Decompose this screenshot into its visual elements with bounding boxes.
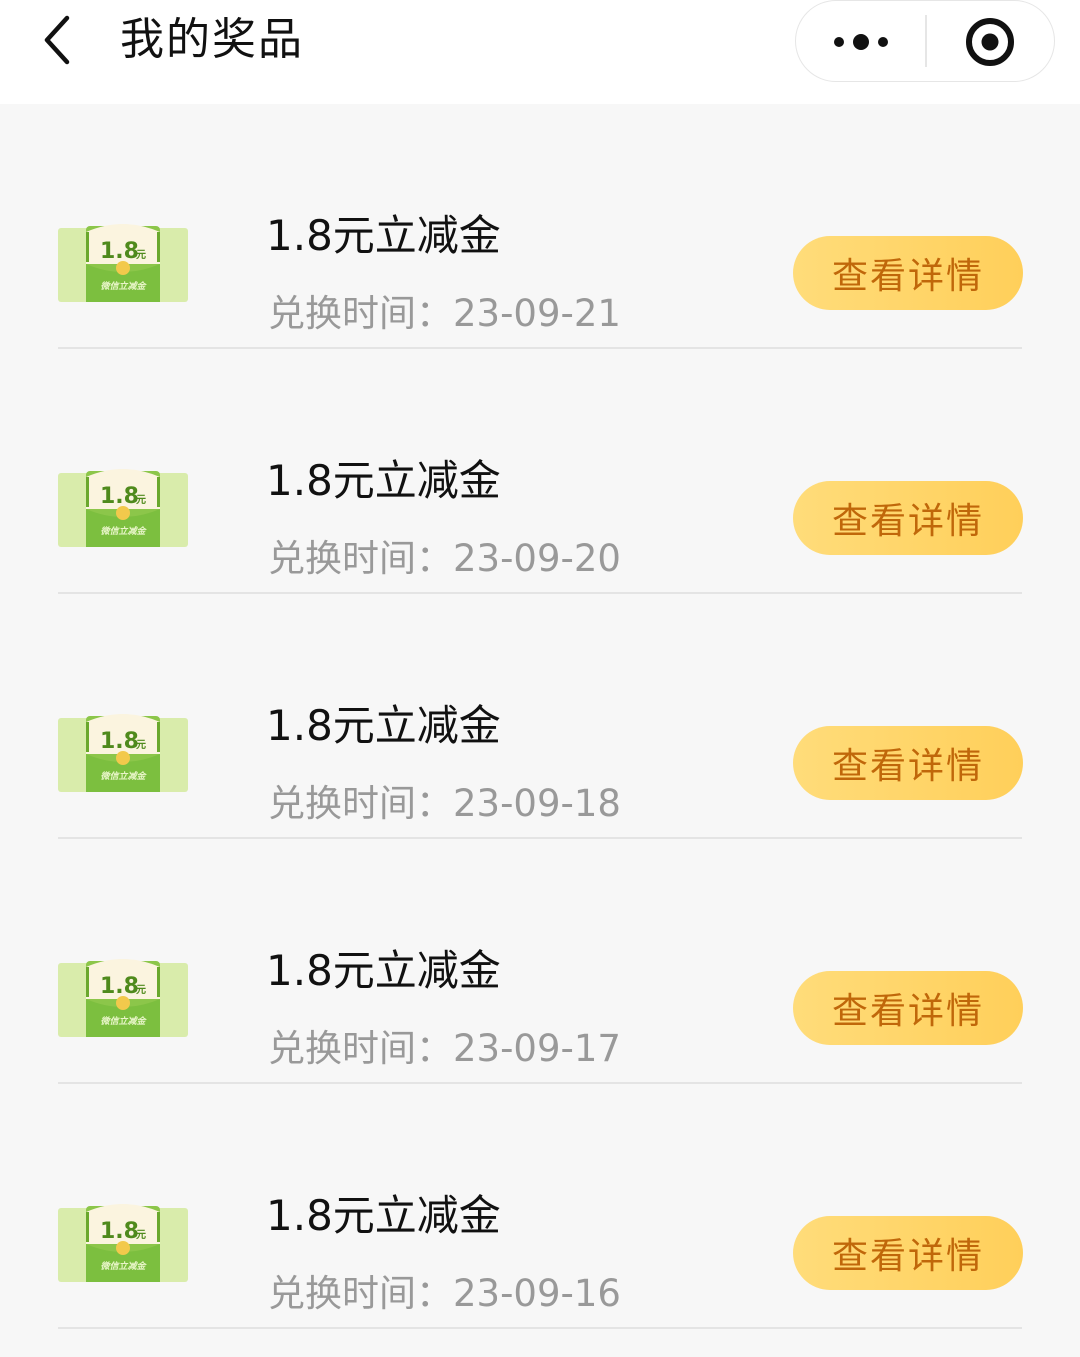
coupon-amount: 1.8 [100,974,139,999]
coupon-caption: 微信立减金 [100,281,147,292]
exchange-time: 兑换时间：23-09-17 [268,1023,621,1075]
coupon-thumbnail: 1.8 元 微信立减金 [58,467,188,547]
view-details-button[interactable]: 查看详情 [793,1216,1023,1290]
coupon-amount: 1.8 [100,1219,139,1244]
coupon-thumbnail: 1.8 元 微信立减金 [58,222,188,302]
exchange-time: 兑换时间：23-09-16 [268,1268,621,1320]
exchange-time: 兑换时间：23-09-20 [268,533,621,585]
coupon-unit: 元 [136,984,146,996]
exchange-date: 23-09-18 [453,782,621,825]
chevron-left-icon [44,15,70,65]
close-miniprogram-button[interactable] [926,1,1054,83]
prize-row: 1.8 元 微信立减金 1.8元立减金 兑换时间：23-09-20 查看详情 [0,349,1080,594]
coupon-caption: 微信立减金 [100,1261,147,1272]
exchange-time: 兑换时间：23-09-18 [268,778,621,830]
prize-row: 1.8 元 微信立减金 1.8元立减金 兑换时间：23-09-17 查看详情 [0,839,1080,1084]
more-button[interactable] [796,1,926,83]
exchange-date: 23-09-17 [453,1027,621,1070]
exchange-time: 兑换时间：23-09-21 [268,288,621,340]
coupon-envelope-icon: 1.8 元 微信立减金 [58,959,188,1037]
coupon-unit: 元 [136,249,146,261]
coupon-caption: 微信立减金 [100,1016,147,1027]
prize-name: 1.8元立减金 [266,211,501,260]
exchange-date: 23-09-20 [453,537,621,580]
coupon-amount: 1.8 [100,239,139,264]
exchange-time-label: 兑换时间： [268,1272,453,1315]
more-dots-icon [834,34,888,50]
miniprogram-capsule [795,0,1055,82]
prize-name: 1.8元立减金 [266,456,501,505]
coupon-amount: 1.8 [100,484,139,509]
coupon-envelope-icon: 1.8 元 微信立减金 [58,224,188,302]
exchange-date: 23-09-21 [453,292,621,335]
view-details-button[interactable]: 查看详情 [793,726,1023,800]
coupon-caption: 微信立减金 [100,771,147,782]
coupon-caption: 微信立减金 [100,526,147,537]
exchange-time-label: 兑换时间： [268,537,453,580]
view-details-button[interactable]: 查看详情 [793,236,1023,310]
view-details-button[interactable]: 查看详情 [793,481,1023,555]
coupon-envelope-icon: 1.8 元 微信立减金 [58,714,188,792]
navigation-bar: 我的奖品 [0,0,1080,104]
exchange-time-label: 兑换时间： [268,782,453,825]
prize-row: 1.8 元 微信立减金 1.8元立减金 兑换时间：23-09-16 查看详情 [0,1084,1080,1329]
coupon-unit: 元 [136,739,146,751]
coupon-envelope-icon: 1.8 元 微信立减金 [58,469,188,547]
exchange-time-label: 兑换时间： [268,292,453,335]
coupon-thumbnail: 1.8 元 微信立减金 [58,1202,188,1282]
coupon-unit: 元 [136,494,146,506]
exchange-date: 23-09-16 [453,1272,621,1315]
prize-name: 1.8元立减金 [266,946,501,995]
coupon-envelope-icon: 1.8 元 微信立减金 [58,1204,188,1282]
view-details-button[interactable]: 查看详情 [793,971,1023,1045]
page-title: 我的奖品 [120,14,304,65]
coupon-thumbnail: 1.8 元 微信立减金 [58,957,188,1037]
exchange-time-label: 兑换时间： [268,1027,453,1070]
prize-name: 1.8元立减金 [266,1191,501,1240]
coupon-amount: 1.8 [100,729,139,754]
coupon-unit: 元 [136,1229,146,1241]
prize-name: 1.8元立减金 [266,701,501,750]
back-button[interactable] [28,8,88,72]
prize-row: 1.8 元 微信立减金 1.8元立减金 兑换时间：23-09-18 查看详情 [0,594,1080,839]
coupon-thumbnail: 1.8 元 微信立减金 [58,712,188,792]
target-close-icon [966,18,1014,66]
prize-row: 1.8 元 微信立减金 1.8元立减金 兑换时间：23-09-21 查看详情 [0,104,1080,349]
row-divider [58,1327,1022,1329]
